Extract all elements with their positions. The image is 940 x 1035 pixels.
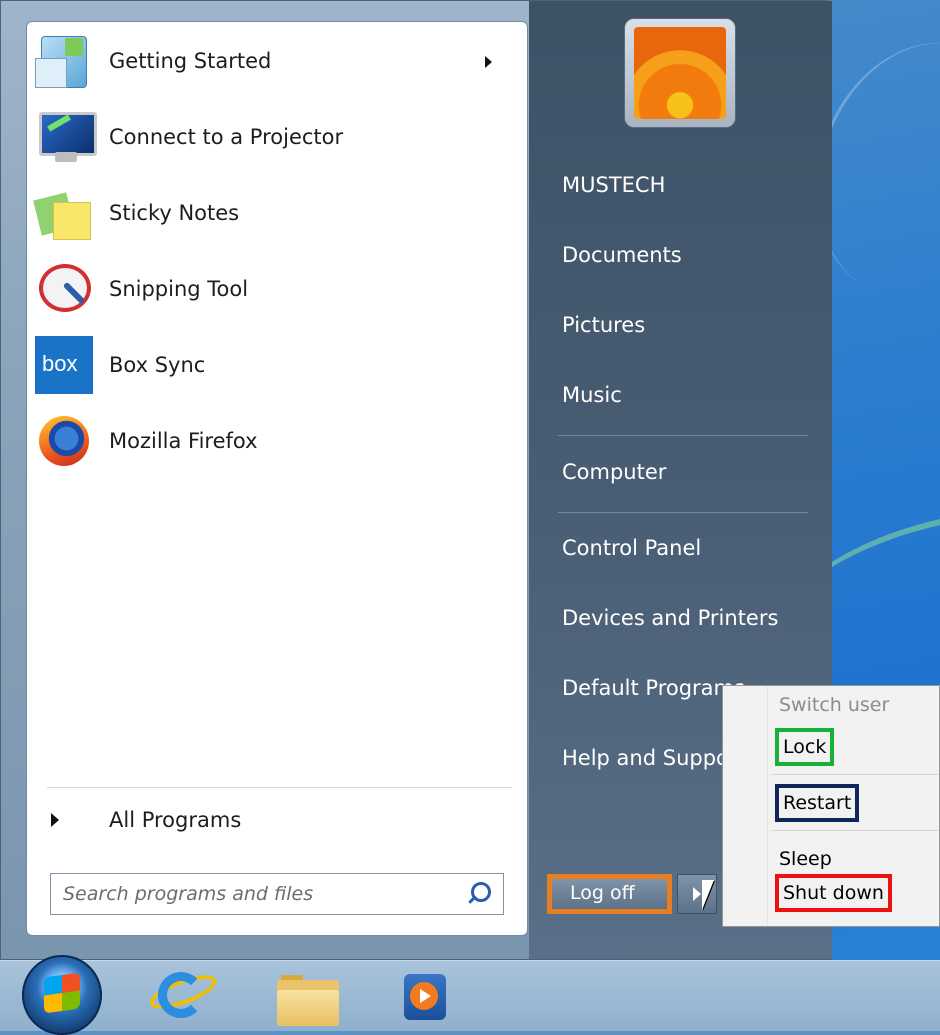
menu-item-restart[interactable]: Restart: [775, 784, 860, 822]
menu-item-lock[interactable]: Lock: [775, 728, 835, 766]
logoff-label: Log off: [570, 882, 635, 904]
program-label: Mozilla Firefox: [109, 429, 258, 453]
default-programs-link[interactable]: Default Programs: [562, 676, 745, 700]
mouse-cursor-icon: [702, 880, 714, 910]
search-icon[interactable]: [471, 882, 491, 902]
search-input[interactable]: Search programs and files: [50, 873, 504, 915]
music-link[interactable]: Music: [562, 383, 622, 407]
program-box-sync[interactable]: box Box Sync: [35, 328, 520, 402]
projector-icon: [35, 108, 97, 166]
firefox-icon: [35, 412, 93, 470]
program-label: Connect to a Projector: [109, 125, 344, 149]
all-programs-label: All Programs: [109, 808, 242, 832]
program-getting-started[interactable]: Getting Started: [35, 24, 520, 98]
submenu-arrow-icon[interactable]: [485, 56, 492, 68]
program-connect-projector[interactable]: Connect to a Projector: [35, 100, 520, 174]
menu-divider: [771, 830, 939, 831]
menu-divider: [771, 774, 939, 775]
internet-explorer-icon[interactable]: [146, 966, 220, 1026]
file-explorer-icon[interactable]: [275, 970, 341, 1028]
box-sync-icon: box: [35, 336, 93, 394]
control-panel-link[interactable]: Control Panel: [562, 536, 701, 560]
help-support-link[interactable]: Help and Support: [562, 746, 746, 770]
media-player-icon[interactable]: [402, 972, 450, 1022]
start-menu: Getting Started Connect to a Projector S…: [0, 0, 832, 960]
program-label: Box Sync: [109, 353, 206, 377]
program-label: Sticky Notes: [109, 201, 240, 225]
program-firefox[interactable]: Mozilla Firefox: [35, 404, 520, 478]
chevron-right-icon: [693, 887, 701, 901]
flower-picture: [634, 27, 726, 119]
programs-pane: Getting Started Connect to a Projector S…: [26, 21, 528, 936]
menu-item-sleep[interactable]: Sleep: [775, 844, 836, 874]
devices-printers-link[interactable]: Devices and Printers: [562, 606, 778, 630]
divider: [558, 512, 808, 513]
computer-link[interactable]: Computer: [562, 460, 666, 484]
menu-gutter: [767, 686, 768, 926]
program-sticky-notes[interactable]: Sticky Notes: [33, 176, 520, 250]
search-placeholder: Search programs and files: [63, 883, 314, 905]
program-label: Getting Started: [109, 49, 272, 73]
taskbar: [0, 960, 940, 1031]
expand-arrow-icon: [51, 813, 59, 827]
documents-link[interactable]: Documents: [562, 243, 682, 267]
user-avatar[interactable]: [624, 18, 736, 128]
logoff-button[interactable]: Log off: [547, 874, 672, 914]
snipping-tool-icon: [35, 260, 93, 318]
all-programs-button[interactable]: All Programs: [45, 800, 505, 840]
sticky-notes-icon: [33, 184, 93, 242]
program-label: Snipping Tool: [109, 277, 249, 301]
pictures-link[interactable]: Pictures: [562, 313, 645, 337]
divider: [558, 435, 808, 436]
divider: [47, 787, 512, 788]
program-snipping-tool[interactable]: Snipping Tool: [35, 252, 520, 326]
menu-item-switch-user: Switch user: [779, 694, 890, 716]
menu-item-shut-down[interactable]: Shut down: [775, 874, 892, 912]
start-orb-icon[interactable]: [22, 955, 102, 1035]
user-folder-link[interactable]: MUSTECH: [562, 173, 665, 197]
power-menu: Switch user Lock Restart Sleep Shut down: [722, 685, 940, 927]
getting-started-icon: [35, 32, 93, 90]
